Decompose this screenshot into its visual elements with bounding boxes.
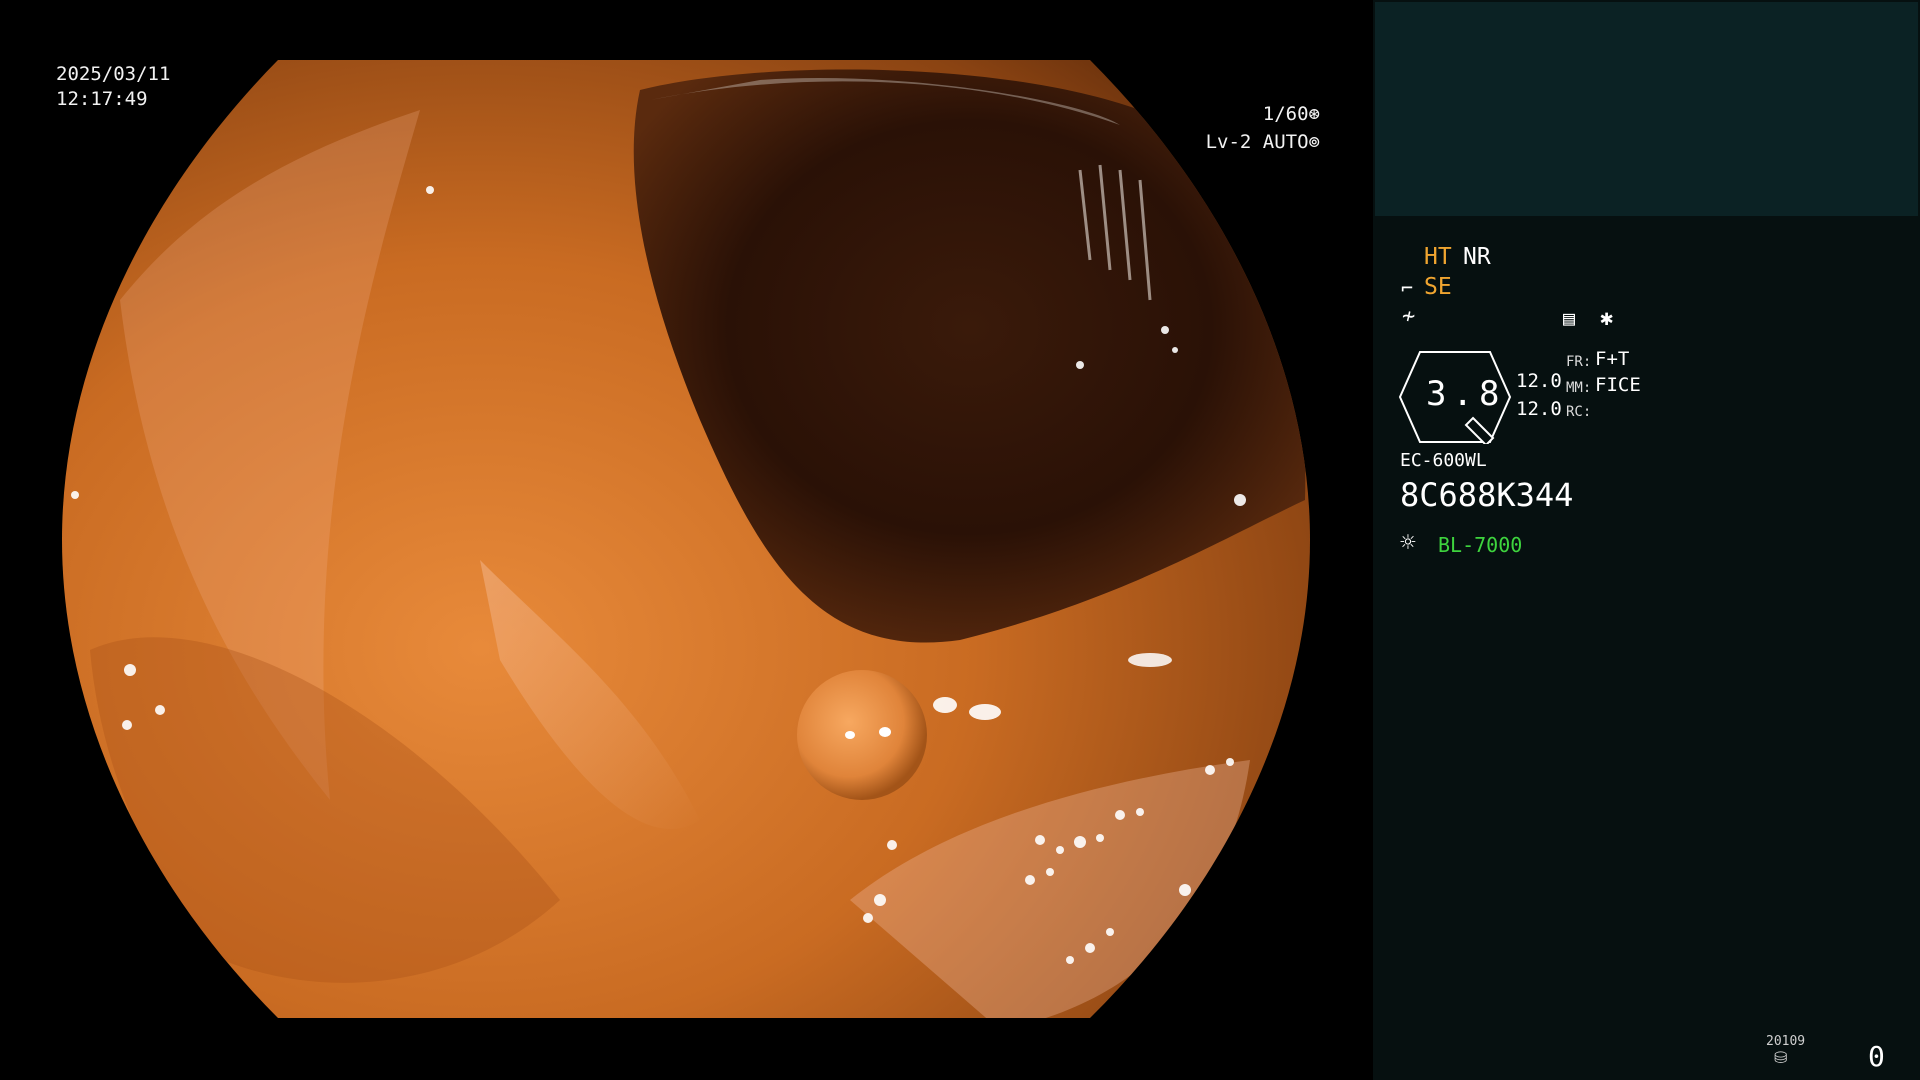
disk-icon: ⛁ <box>1774 1048 1788 1067</box>
storage-label: 20109 <box>1766 1034 1806 1049</box>
value-1: 12.0 <box>1516 370 1562 392</box>
value-2: 12.0 <box>1516 398 1562 420</box>
endoscopic-image <box>62 60 1310 1018</box>
rc-label: RC: <box>1566 404 1592 420</box>
asterisk-icon: ✱ <box>1600 306 1614 331</box>
shutter-speed: 1/60 <box>1262 103 1309 125</box>
fr-label: FR: <box>1566 354 1592 370</box>
light-source: BL-7000 <box>1438 533 1523 557</box>
shutter-readout: 1/60⊛ <box>1220 100 1320 128</box>
thumbnail-area <box>1375 2 1918 216</box>
nr-indicator: NR <box>1463 244 1491 270</box>
image-count: 0 <box>1868 1040 1885 1073</box>
datetime: 2025/03/11 12:17:49 <box>56 62 170 112</box>
lamp-icon: ☼ <box>1400 528 1416 558</box>
scope-serial: 8C688K344 <box>1400 476 1574 514</box>
se-indicator: SE <box>1424 274 1452 300</box>
fr-value: F+T <box>1595 348 1630 370</box>
zoom-value: 3.8 <box>1426 374 1506 414</box>
menu-icon: ▤ <box>1563 306 1576 330</box>
sharpness-icon: ≁ <box>1402 304 1416 329</box>
date: 2025/03/11 <box>56 63 171 85</box>
enhance-icon: ⌐ <box>1401 276 1414 300</box>
aperture-icon: ⊛ <box>1308 103 1320 125</box>
iris-level: Lv-2 AUTO <box>1205 131 1309 153</box>
ht-indicator: HT <box>1424 244 1452 270</box>
scope-model: EC-600WL <box>1400 450 1487 471</box>
mm-label: MM: <box>1566 380 1592 396</box>
mm-value: FICE <box>1595 374 1641 396</box>
endoscope-view: 2025/03/11 12:17:49 1/60⊛ Lv-2 AUTO⊚ <box>0 0 1373 1080</box>
iris-icon: ⊚ <box>1308 131 1320 153</box>
time: 12:17:49 <box>56 88 148 110</box>
iris-readout: Lv-2 AUTO⊚ <box>1160 128 1320 156</box>
